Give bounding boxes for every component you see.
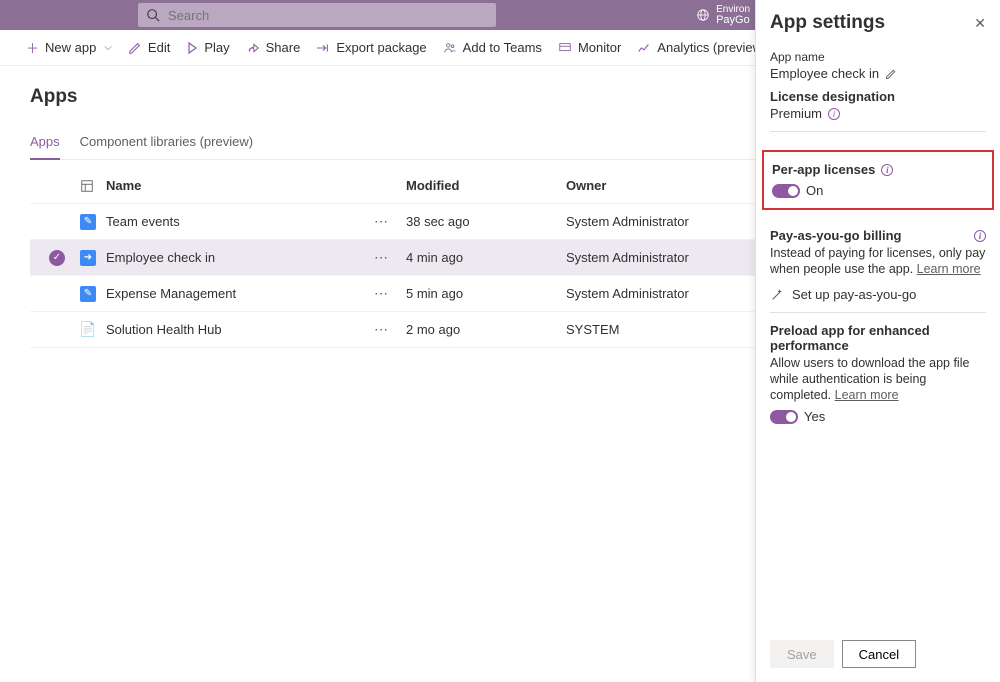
teams-icon: [443, 41, 457, 55]
app-name: Employee check in: [106, 250, 374, 265]
column-layout-icon[interactable]: [80, 179, 106, 193]
row-selected-icon[interactable]: ✓: [49, 250, 65, 266]
wand-icon: [770, 288, 784, 302]
column-owner[interactable]: Owner: [566, 178, 736, 193]
edit-button[interactable]: Edit: [122, 36, 176, 59]
add-to-teams-button[interactable]: Add to Teams: [437, 36, 548, 59]
app-settings-panel: App settings ✕ App name Employee check i…: [755, 0, 1000, 682]
column-modified[interactable]: Modified: [406, 178, 566, 193]
environment-name: PayGo: [716, 15, 750, 26]
close-icon[interactable]: ✕: [974, 15, 986, 32]
analytics-button[interactable]: Analytics (preview): [631, 36, 772, 59]
chart-icon: [637, 41, 651, 55]
export-button[interactable]: Export package: [310, 36, 432, 59]
modified-cell: 38 sec ago: [406, 214, 566, 229]
more-icon[interactable]: ⋯: [374, 321, 406, 338]
app-name-value: Employee check in: [770, 66, 879, 81]
export-icon: [316, 41, 330, 55]
app-name: Expense Management: [106, 286, 374, 301]
owner-cell: SYSTEM: [566, 322, 736, 337]
panel-title: App settings: [770, 12, 885, 34]
payg-description: Instead of paying for licenses, only pay…: [770, 245, 986, 277]
app-name-label: App name: [770, 50, 986, 64]
modified-cell: 4 min ago: [406, 250, 566, 265]
preload-state: Yes: [804, 409, 825, 424]
owner-cell: System Administrator: [566, 250, 736, 265]
more-icon[interactable]: ⋯: [374, 285, 406, 302]
more-icon[interactable]: ⋯: [374, 213, 406, 230]
environment-picker[interactable]: Environ PayGo: [696, 4, 750, 26]
payg-label: Pay-as-you-go billing: [770, 228, 901, 243]
per-app-toggle[interactable]: [772, 184, 800, 198]
setup-payg-button[interactable]: Set up pay-as-you-go: [770, 287, 986, 302]
preload-description: Allow users to download the app file whi…: [770, 355, 986, 403]
cancel-button[interactable]: Cancel: [842, 640, 916, 668]
environment-icon: [696, 8, 710, 22]
learn-more-link[interactable]: Learn more: [835, 388, 899, 402]
info-icon[interactable]: i: [974, 230, 986, 242]
app-name: Solution Health Hub: [106, 322, 374, 337]
plus-icon: ＋: [26, 38, 39, 57]
share-icon: [246, 41, 260, 55]
pencil-icon[interactable]: [885, 68, 897, 80]
column-name[interactable]: Name: [106, 178, 406, 193]
info-icon[interactable]: i: [881, 164, 893, 176]
learn-more-link[interactable]: Learn more: [917, 262, 981, 276]
tab-apps[interactable]: Apps: [30, 126, 60, 159]
play-button[interactable]: Play: [180, 36, 235, 59]
owner-cell: System Administrator: [566, 214, 736, 229]
per-app-licenses-highlight: Per-app licenses i On: [762, 150, 994, 210]
chevron-down-icon: ⌵: [104, 42, 112, 53]
monitor-icon: [558, 41, 572, 55]
pencil-icon: [128, 41, 142, 55]
new-app-button[interactable]: ＋ New app ⌵: [20, 34, 118, 61]
preload-label: Preload app for enhanced performance: [770, 323, 986, 353]
modified-cell: 5 min ago: [406, 286, 566, 301]
info-icon[interactable]: i: [828, 108, 840, 120]
save-button[interactable]: Save: [770, 640, 834, 668]
preload-toggle[interactable]: [770, 410, 798, 424]
owner-cell: System Administrator: [566, 286, 736, 301]
search-input[interactable]: [166, 7, 488, 24]
app-icon: 📄: [80, 322, 96, 338]
play-icon: [186, 42, 198, 54]
app-icon: ✎: [80, 286, 96, 302]
per-app-state: On: [806, 183, 823, 198]
search-icon: [146, 8, 160, 22]
more-icon[interactable]: ⋯: [374, 249, 406, 266]
license-designation-label: License designation: [770, 89, 986, 104]
app-icon: ✎: [80, 214, 96, 230]
per-app-licenses-label: Per-app licenses: [772, 162, 875, 177]
tab-component-libraries[interactable]: Component libraries (preview): [80, 126, 253, 159]
share-button[interactable]: Share: [240, 36, 307, 59]
app-name: Team events: [106, 214, 374, 229]
modified-cell: 2 mo ago: [406, 322, 566, 337]
license-value: Premium: [770, 106, 822, 121]
app-icon: ➜: [80, 250, 96, 266]
search-box[interactable]: [138, 3, 496, 27]
monitor-button[interactable]: Monitor: [552, 36, 627, 59]
